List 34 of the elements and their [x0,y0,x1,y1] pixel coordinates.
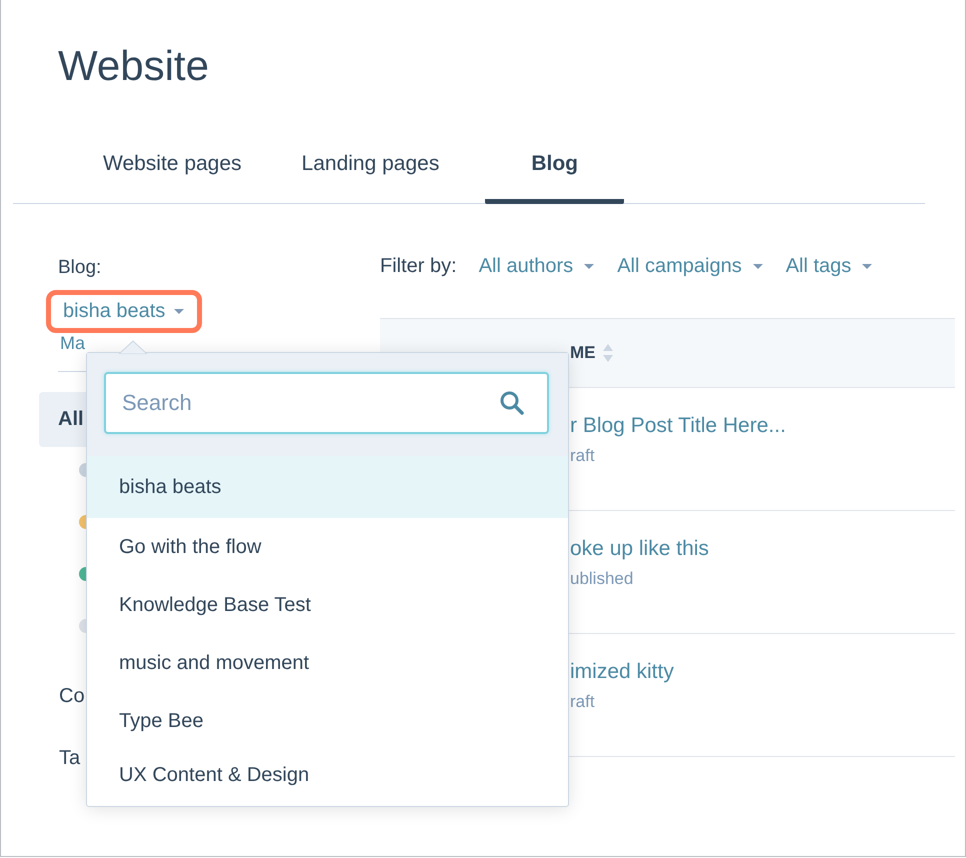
filter-dropdown[interactable]: All campaigns [617,255,764,278]
dropdown-item[interactable]: bisha beats [87,456,568,518]
caret-icon [583,263,596,270]
tab[interactable]: Blog [485,150,624,204]
blog-label: Blog: [58,257,102,280]
dropdown-item[interactable]: UX Content & Design [87,750,568,804]
post-status: ublished [570,569,634,589]
filter-dropdown[interactable]: All authors [478,255,596,278]
search-icon [499,390,525,416]
dropdown-item[interactable]: Go with the flow [87,518,568,576]
page-title: Website [57,41,210,91]
tab[interactable]: Website pages [73,150,272,204]
post-title-link[interactable]: imized kitty [570,660,674,684]
sidebar-heading: Ta [59,746,80,771]
tab[interactable]: Landing pages [272,150,470,204]
post-status: raft [570,692,595,712]
blog-dropdown[interactable]: bisha beats [46,290,202,333]
caret-icon [173,308,186,315]
column-header[interactable]: ME [570,343,596,363]
search-field[interactable]: Search [104,372,549,434]
dropdown-item[interactable]: Knowledge Base Test [87,576,568,634]
caret-icon [861,263,874,270]
manage-link[interactable]: Ma [60,333,90,357]
post-title-link[interactable]: r Blog Post Title Here... [570,414,786,438]
sidebar-heading: Co [59,684,85,709]
filter-label: Filter by: [380,255,457,278]
sidebar-item[interactable]: All [39,392,86,447]
sort-icon[interactable] [602,342,614,364]
filter-dropdown[interactable]: All tags [786,255,874,278]
post-status: raft [570,446,595,466]
caret-icon [752,263,764,270]
post-title-link[interactable]: oke up like this [570,537,709,561]
dropdown-item[interactable]: music and movement [87,634,568,692]
dropdown-item[interactable]: Type Bee [87,692,568,750]
